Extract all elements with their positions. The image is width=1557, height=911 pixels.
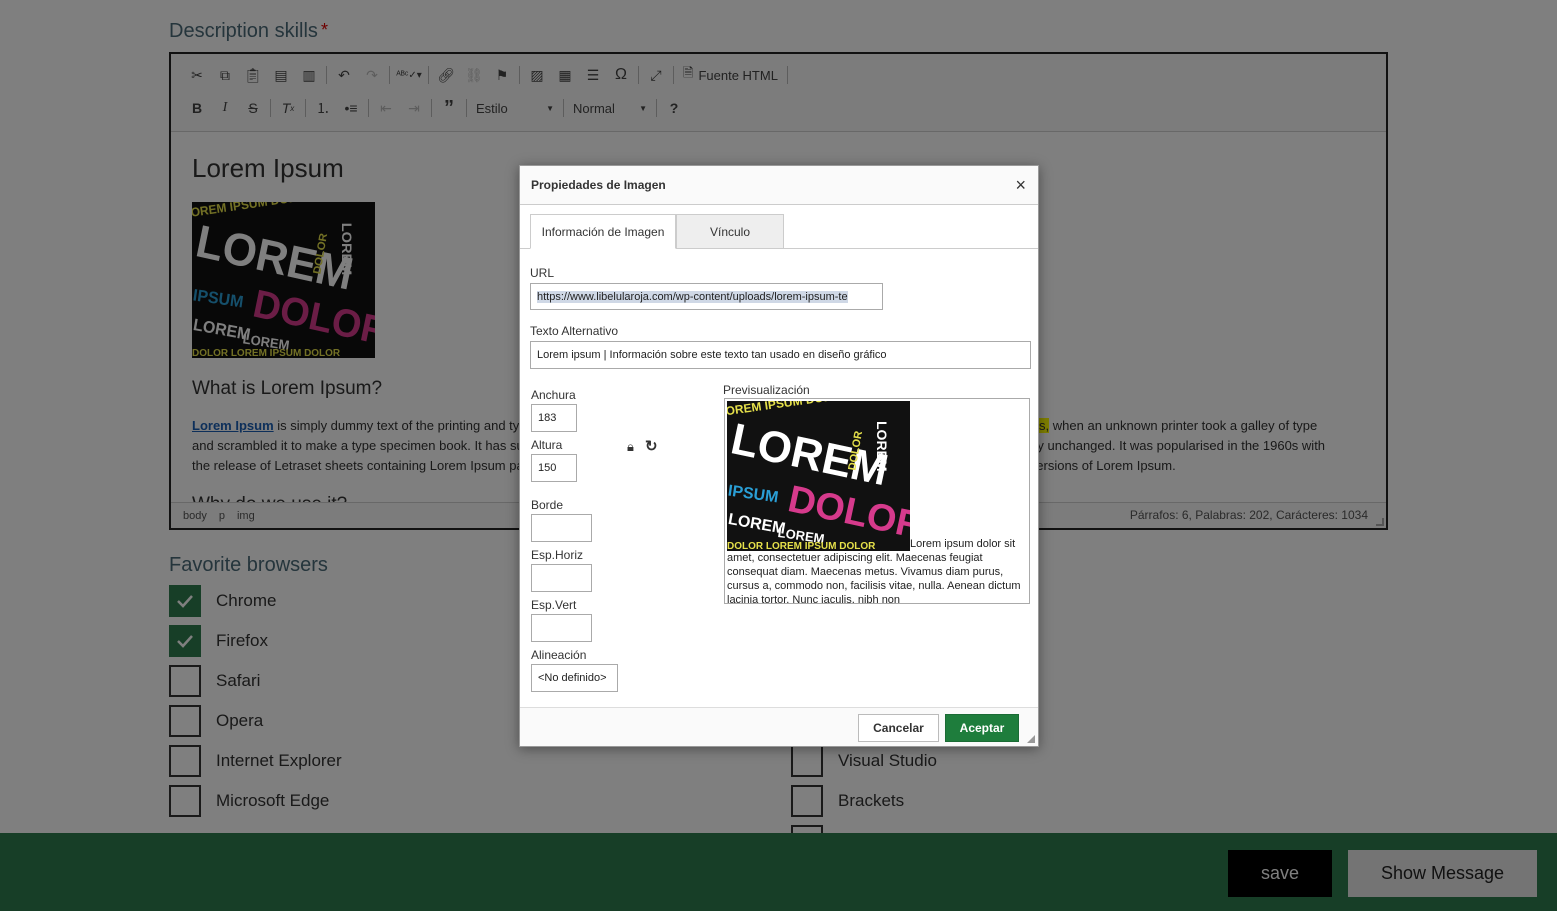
width-value: 183 <box>538 412 557 424</box>
tab-label: Vínculo <box>709 224 751 239</box>
dialog-titlebar[interactable]: Propiedades de Imagen × <box>520 166 1038 205</box>
align-select[interactable]: <No definido> <box>531 664 618 692</box>
vspace-field[interactable] <box>531 614 592 642</box>
alt-text-label: Texto Alternativo <box>530 324 619 338</box>
width-field[interactable]: 183 <box>531 404 577 432</box>
image-properties-dialog: Propiedades de Imagen × Información de I… <box>519 165 1039 747</box>
vspace-label: Esp.Vert <box>531 598 577 612</box>
tab-image-info[interactable]: Información de Imagen <box>530 214 676 249</box>
hspace-field[interactable] <box>531 564 592 592</box>
url-label: URL <box>530 266 555 280</box>
reset-size-icon[interactable]: ↻ <box>645 437 658 455</box>
tab-link[interactable]: Vínculo <box>676 214 784 249</box>
accept-button[interactable]: Aceptar <box>945 714 1019 742</box>
align-value: <No definido> <box>538 672 607 684</box>
height-label: Altura <box>531 438 563 452</box>
alt-text-field[interactable]: Lorem ipsum | Información sobre este tex… <box>530 341 1031 369</box>
alt-text-value: Lorem ipsum | Información sobre este tex… <box>537 349 887 361</box>
url-field[interactable]: https://www.libelularoja.com/wp-content/… <box>530 283 883 310</box>
url-value: https://www.libelularoja.com/wp-content/… <box>537 290 848 303</box>
dialog-footer: Cancelar Aceptar <box>520 707 1038 746</box>
align-label: Alineación <box>531 648 587 662</box>
width-label: Anchura <box>531 388 576 402</box>
hspace-label: Esp.Horiz <box>531 548 584 562</box>
dialog-tabs: Información de Imagen Vínculo <box>520 214 1038 249</box>
preview-label: Previsualización <box>723 383 810 397</box>
lock-ratio-icon[interactable]: 🔒︎ <box>627 439 634 455</box>
height-field[interactable]: 150 <box>531 454 577 482</box>
cancel-button[interactable]: Cancelar <box>858 714 939 742</box>
close-icon[interactable]: × <box>1015 176 1026 194</box>
dialog-resize-icon[interactable] <box>1027 735 1035 743</box>
tab-label: Información de Imagen <box>541 224 665 239</box>
preview-image <box>727 401 910 551</box>
preview-box: Lorem ipsum dolor sit amet, consectetuer… <box>724 398 1030 604</box>
height-value: 150 <box>538 462 557 474</box>
dialog-title: Propiedades de Imagen <box>531 178 666 192</box>
border-field[interactable] <box>531 514 592 542</box>
border-label: Borde <box>531 498 564 512</box>
